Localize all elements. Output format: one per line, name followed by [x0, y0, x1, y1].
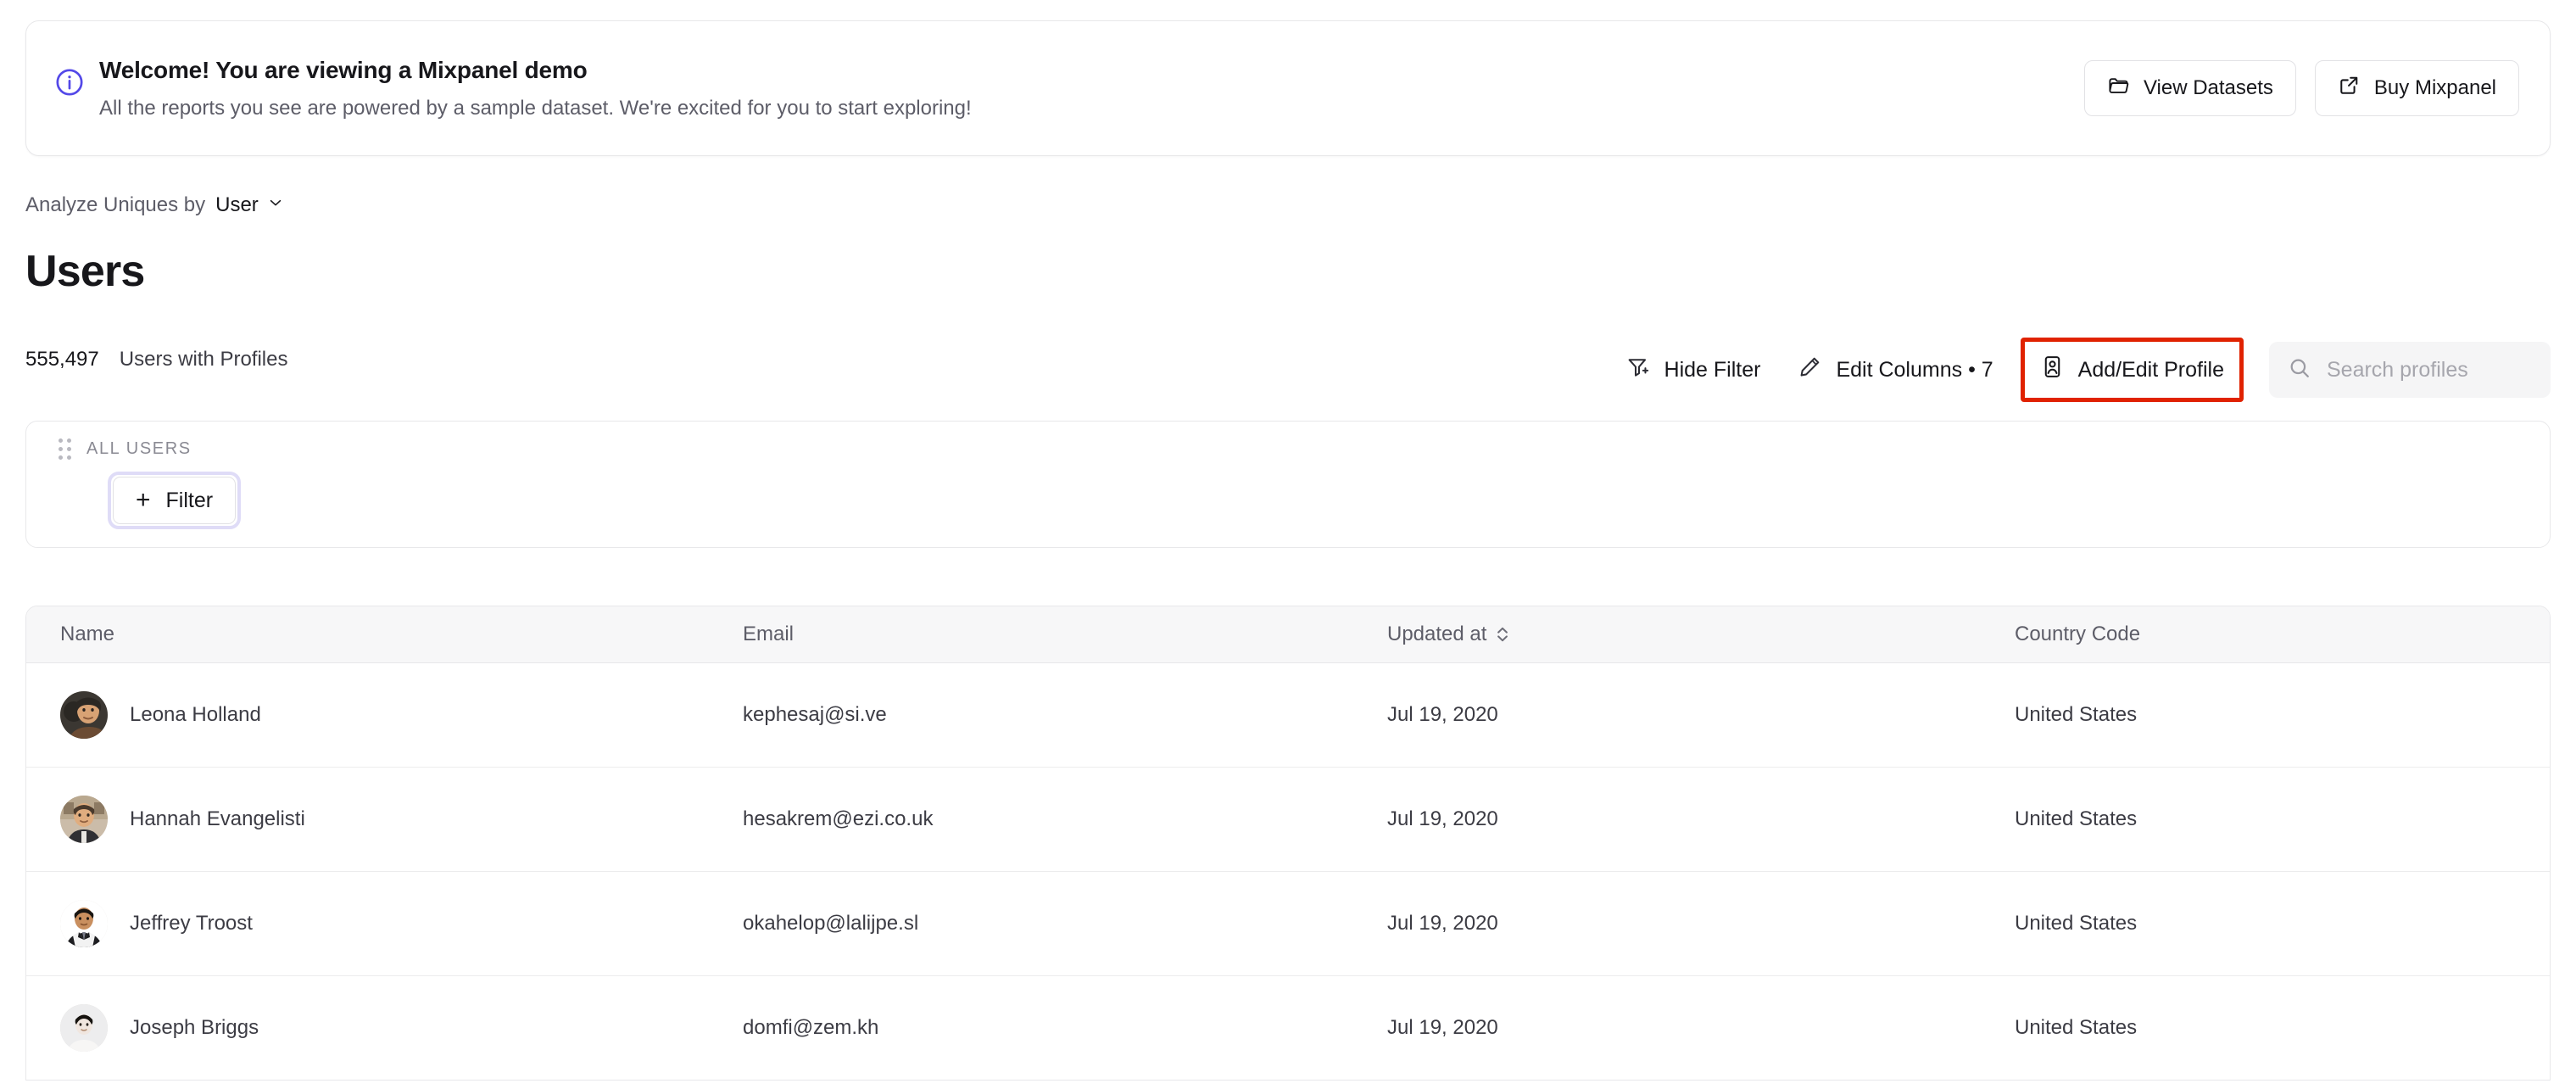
cell-country-code: United States [2015, 1015, 2138, 1039]
column-header-updated-at[interactable]: Updated at [1387, 606, 2015, 663]
view-datasets-button[interactable]: View Datasets [2083, 60, 2296, 116]
pencil-icon [1798, 355, 1822, 385]
buy-mixpanel-label: Buy Mixpanel [2373, 76, 2496, 99]
cell-name: Hannah Evangelisti [26, 767, 743, 872]
analyze-prefix-label: Analyze Uniques by [25, 193, 206, 216]
banner-title: Welcome! You are viewing a Mixpanel demo [99, 56, 588, 83]
cell-country-code: United States [2015, 767, 2550, 872]
drag-handle-icon[interactable] [59, 438, 71, 460]
column-header-name[interactable]: Name [26, 606, 743, 663]
cell-updated-at: Jul 19, 2020 [1387, 1015, 1498, 1039]
demo-banner: Welcome! You are viewing a Mixpanel demo… [25, 20, 2551, 156]
profiles-table: Name Email Updated at Country Code Leona… [25, 606, 2551, 1081]
cell-name: Leona Holland [26, 662, 743, 768]
search-icon [2288, 356, 2311, 384]
cell-updated-at: Jul 19, 2020 [1387, 662, 2015, 768]
edit-columns-label: Edit Columns • 7 [1836, 357, 1993, 382]
profile-count-summary: 555,497 Users with Profiles [25, 348, 287, 371]
cell-name-text: Hannah Evangelisti [130, 807, 305, 830]
cell-email: domfi@zem.kh [743, 1015, 879, 1039]
profile-count-label: Users with Profiles [119, 348, 288, 371]
column-header-country-code-label: Country Code [2015, 622, 2141, 645]
buy-mixpanel-button[interactable]: Buy Mixpanel [2314, 60, 2519, 116]
folder-icon [2107, 74, 2130, 103]
search-input[interactable] [2327, 357, 2532, 383]
users-page: Welcome! You are viewing a Mixpanel demo… [0, 0, 2576, 1089]
cell-email: hesakrem@ezi.co.uk [743, 767, 1387, 872]
cell-country-code: United States [2015, 871, 2550, 976]
info-circle-icon [55, 68, 84, 97]
cell-name-text: Joseph Briggs [130, 1015, 259, 1039]
table-header-row: Name Email Updated at Country Code [26, 606, 2550, 663]
add-edit-profile-button[interactable]: Add/Edit Profile [2020, 338, 2244, 402]
cell-email: okahelop@lalijpe.sl [743, 871, 1387, 976]
analyze-uniques-row: Analyze Uniques by User [25, 193, 284, 217]
view-datasets-label: View Datasets [2143, 76, 2273, 99]
cell-name: Joseph Briggs [26, 975, 743, 1080]
avatar [60, 899, 108, 947]
profile-count-value: 555,497 [25, 348, 99, 371]
cell-updated-at: Jul 19, 2020 [1387, 871, 2015, 976]
hide-filter-label: Hide Filter [1664, 357, 1761, 382]
profile-card-icon [2040, 355, 2065, 385]
column-header-email[interactable]: Email [743, 606, 1387, 663]
add-filter-button[interactable]: + Filter [113, 477, 237, 524]
page-title: Users [25, 247, 145, 296]
add-filter-label: Filter [165, 488, 214, 512]
cell-name: Jeffrey Troost [26, 871, 743, 976]
table-toolbar: Hide Filter Edit Columns • 7 Add/Edit Pr… [1608, 338, 2551, 402]
analyze-by-value: User [215, 193, 259, 216]
table-row[interactable]: Hannah Evangelisti hesakrem@ezi.co.uk Ju… [26, 767, 2550, 872]
profiles-table-element: Name Email Updated at Country Code Leona… [26, 606, 2550, 1080]
add-edit-profile-label: Add/Edit Profile [2077, 357, 2224, 382]
hide-filter-button[interactable]: Hide Filter [1608, 343, 1780, 396]
chevron-down-icon [267, 193, 284, 217]
filter-panel: ALL USERS + Filter [25, 421, 2551, 548]
analyze-by-dropdown[interactable]: User [215, 193, 284, 217]
banner-content: Welcome! You are viewing a Mixpanel demo… [26, 54, 2084, 122]
cell-country-code: United States [2015, 662, 2550, 768]
column-header-email-label: Email [743, 622, 795, 645]
avatar [60, 1003, 108, 1052]
cell-updated-at: Jul 19, 2020 [1387, 767, 2015, 872]
banner-actions: View Datasets Buy Mixpanel [2083, 60, 2550, 116]
column-header-country-code[interactable]: Country Code [2015, 606, 2550, 663]
banner-text-block: Welcome! You are viewing a Mixpanel demo… [99, 54, 972, 122]
sort-updown-icon[interactable] [1495, 624, 1510, 645]
cell-name-text: Jeffrey Troost [130, 911, 253, 935]
table-row[interactable]: Leona Holland kephesaj@si.ve Jul 19, 202… [26, 662, 2550, 768]
table-row[interactable]: Jeffrey Troost okahelop@lalijpe.sl Jul 1… [26, 871, 2550, 976]
banner-subtitle: All the reports you see are powered by a… [99, 96, 972, 120]
table-row[interactable]: Joseph Briggs domfi@zem.kh Jul 19, 2020 … [26, 975, 2550, 1080]
plus-icon: + [136, 486, 151, 514]
column-header-name-label: Name [60, 622, 115, 645]
column-header-updated-at-label: Updated at [1387, 622, 1487, 645]
external-link-icon [2338, 74, 2361, 103]
filter-panel-header: ALL USERS [26, 422, 2550, 460]
search-profiles-box[interactable] [2269, 342, 2551, 398]
cell-email: kephesaj@si.ve [743, 662, 1387, 768]
avatar [60, 795, 108, 843]
filter-section-label: ALL USERS [86, 439, 192, 458]
cell-name-text: Leona Holland [130, 702, 261, 726]
edit-columns-button[interactable]: Edit Columns • 7 [1779, 343, 2011, 396]
filter-plus-icon [1626, 355, 1651, 385]
table-body: Leona Holland kephesaj@si.ve Jul 19, 202… [26, 662, 2550, 1080]
avatar [60, 690, 108, 739]
add-filter-focus-ring: + Filter [108, 472, 242, 529]
table-header: Name Email Updated at Country Code [26, 606, 2550, 663]
